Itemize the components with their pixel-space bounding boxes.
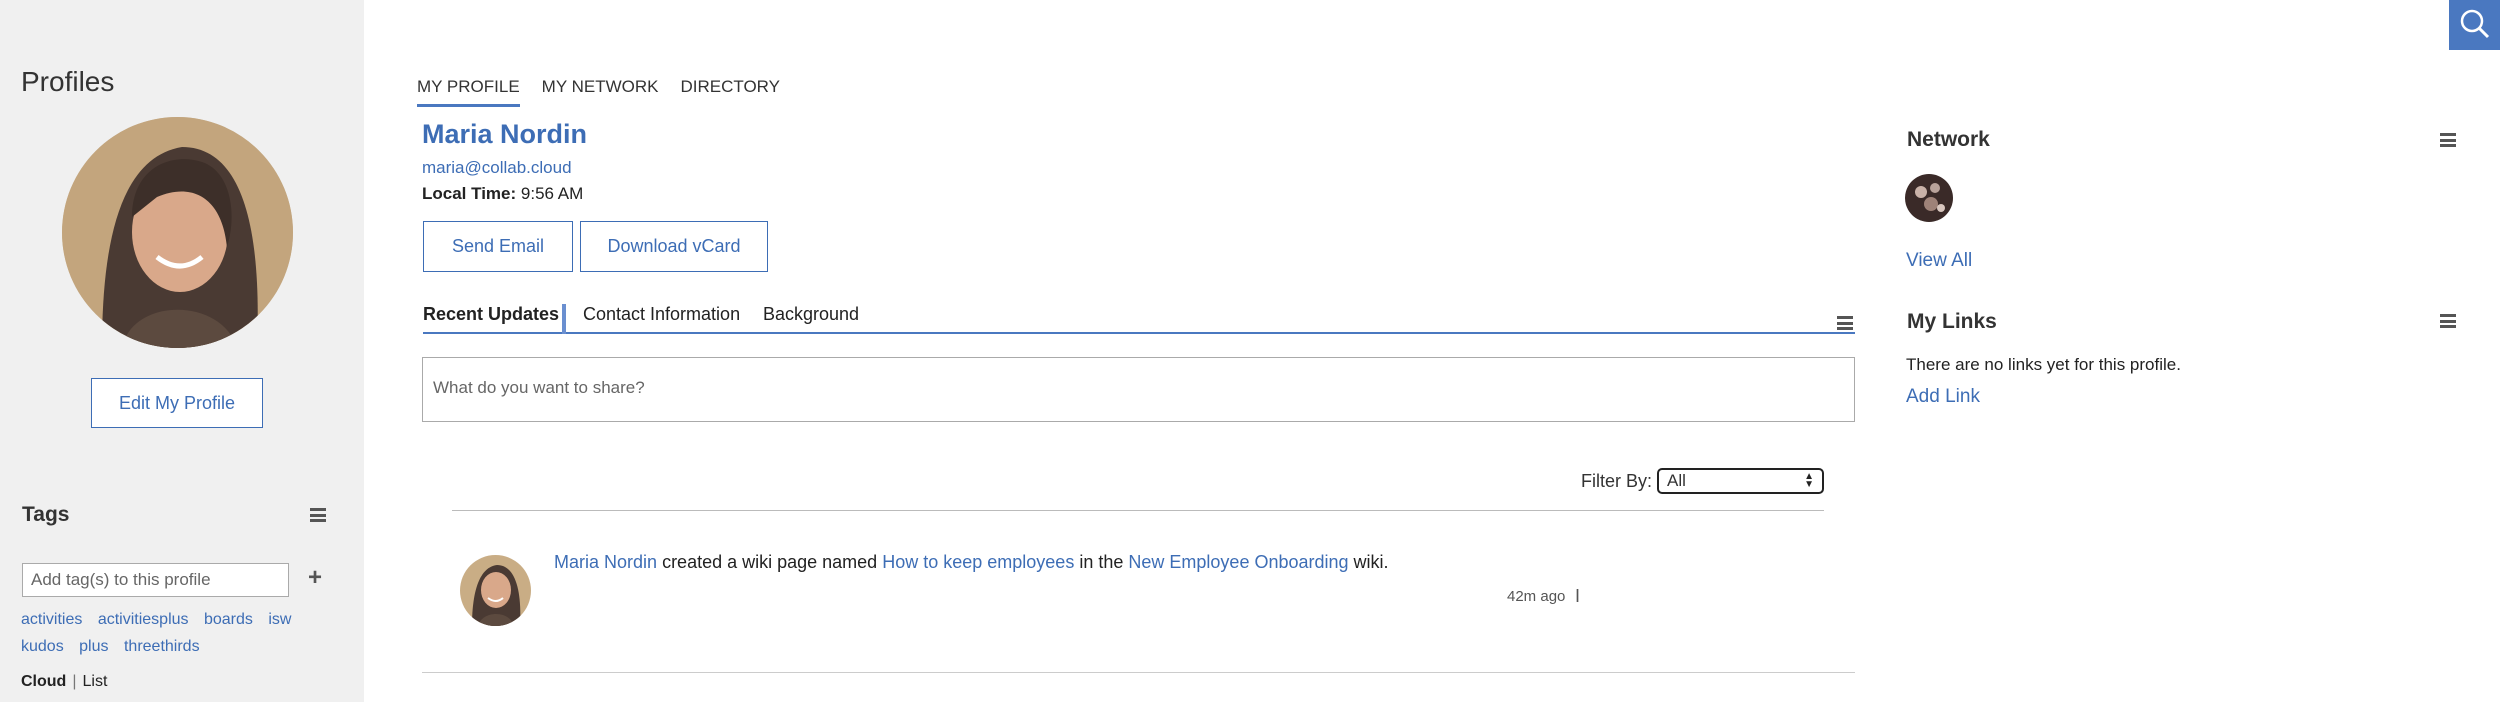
send-email-button[interactable]: Send Email (423, 221, 573, 272)
network-heading: Network (1907, 128, 1990, 151)
tag-link[interactable]: threethirds (124, 638, 200, 655)
feed-actor-link[interactable]: Maria Nordin (554, 552, 657, 572)
feed-item: Maria Nordin created a wiki page named H… (460, 550, 1840, 640)
feed-text: Maria Nordin created a wiki page named H… (554, 552, 1389, 573)
cloud-view-option[interactable]: Cloud (21, 673, 66, 690)
sidebar-title: Profiles (21, 66, 115, 97)
links-menu-icon[interactable] (2440, 314, 2456, 328)
feed-text-part: wiki. (1353, 552, 1389, 572)
view-all-link[interactable]: View All (1906, 250, 1972, 272)
tag-link[interactable]: kudos (21, 638, 64, 655)
profile-avatar (62, 117, 293, 348)
tab-recent-updates[interactable]: Recent Updates (423, 304, 567, 334)
download-vcard-button[interactable]: Download vCard (580, 221, 768, 272)
tag-input[interactable] (22, 563, 289, 597)
wiki-link[interactable]: New Employee Onboarding (1128, 552, 1348, 572)
tab-contact-information[interactable]: Contact Information (583, 304, 740, 325)
tab-my-profile[interactable]: MY PROFILE (417, 77, 520, 107)
network-menu-icon[interactable] (2440, 133, 2456, 147)
local-time-label: Local Time: (422, 184, 517, 203)
divider (422, 672, 1855, 673)
tag-link[interactable]: activitiesplus (98, 611, 189, 628)
search-icon (2460, 9, 2490, 39)
add-link[interactable]: Add Link (1906, 386, 1980, 408)
tag-link[interactable]: plus (79, 638, 108, 655)
separator: | (72, 673, 77, 690)
sidebar: Profiles Edit My Profile Tags + activiti… (0, 0, 364, 702)
main-nav: MY PROFILE MY NETWORK DIRECTORY (417, 77, 802, 107)
profile-email[interactable]: maria@collab.cloud (422, 158, 572, 178)
chevron-up-down-icon: ▲ ▼ (1804, 471, 1815, 490)
tab-background[interactable]: Background (763, 304, 859, 325)
filter-select[interactable]: All ▲ ▼ (1657, 468, 1825, 494)
local-time-value: 9:56 AM (520, 184, 584, 203)
plus-icon[interactable]: + (308, 564, 322, 592)
tag-link[interactable]: activities (21, 611, 82, 628)
filter-label: Filter By: (1581, 470, 1653, 491)
feed-timestamp: 42m ago (1507, 588, 1566, 605)
cursor-icon: I (1575, 586, 1581, 606)
profile-name[interactable]: Maria Nordin (422, 119, 587, 150)
tag-link[interactable]: isw (268, 611, 291, 628)
no-links-message: There are no links yet for this profile. (1906, 355, 2181, 374)
avatar[interactable] (460, 555, 531, 626)
network-contact-avatar[interactable] (1905, 174, 1953, 222)
share-input[interactable]: What do you want to share? (422, 357, 1855, 422)
wiki-page-link[interactable]: How to keep employees (882, 552, 1074, 572)
profile-tabs: Recent Updates Contact Information Backg… (423, 292, 1855, 334)
tab-my-network[interactable]: MY NETWORK (542, 77, 659, 107)
divider (452, 510, 1824, 511)
tabs-menu-icon[interactable] (1837, 316, 1853, 330)
edit-profile-button[interactable]: Edit My Profile (91, 378, 263, 428)
tag-link[interactable]: boards (204, 611, 253, 628)
tag-view-toggle: Cloud | List (21, 673, 107, 691)
list-view-option[interactable]: List (82, 673, 107, 690)
filter: Filter By: All ▲ ▼ (1581, 468, 1825, 494)
search-button[interactable] (2449, 0, 2500, 50)
tags-menu-icon[interactable] (310, 508, 326, 522)
local-time: Local Time: 9:56 AM (422, 184, 583, 204)
tags-heading: Tags (22, 503, 70, 526)
tag-cloud: activities activitiesplus boards isw kud… (21, 606, 321, 660)
my-links-heading: My Links (1907, 310, 1997, 333)
feed-text-part: in the (1079, 552, 1124, 572)
filter-selected-value: All (1667, 471, 1686, 490)
feed-text-part: created a wiki page named (662, 552, 878, 572)
tab-directory[interactable]: DIRECTORY (680, 77, 780, 107)
